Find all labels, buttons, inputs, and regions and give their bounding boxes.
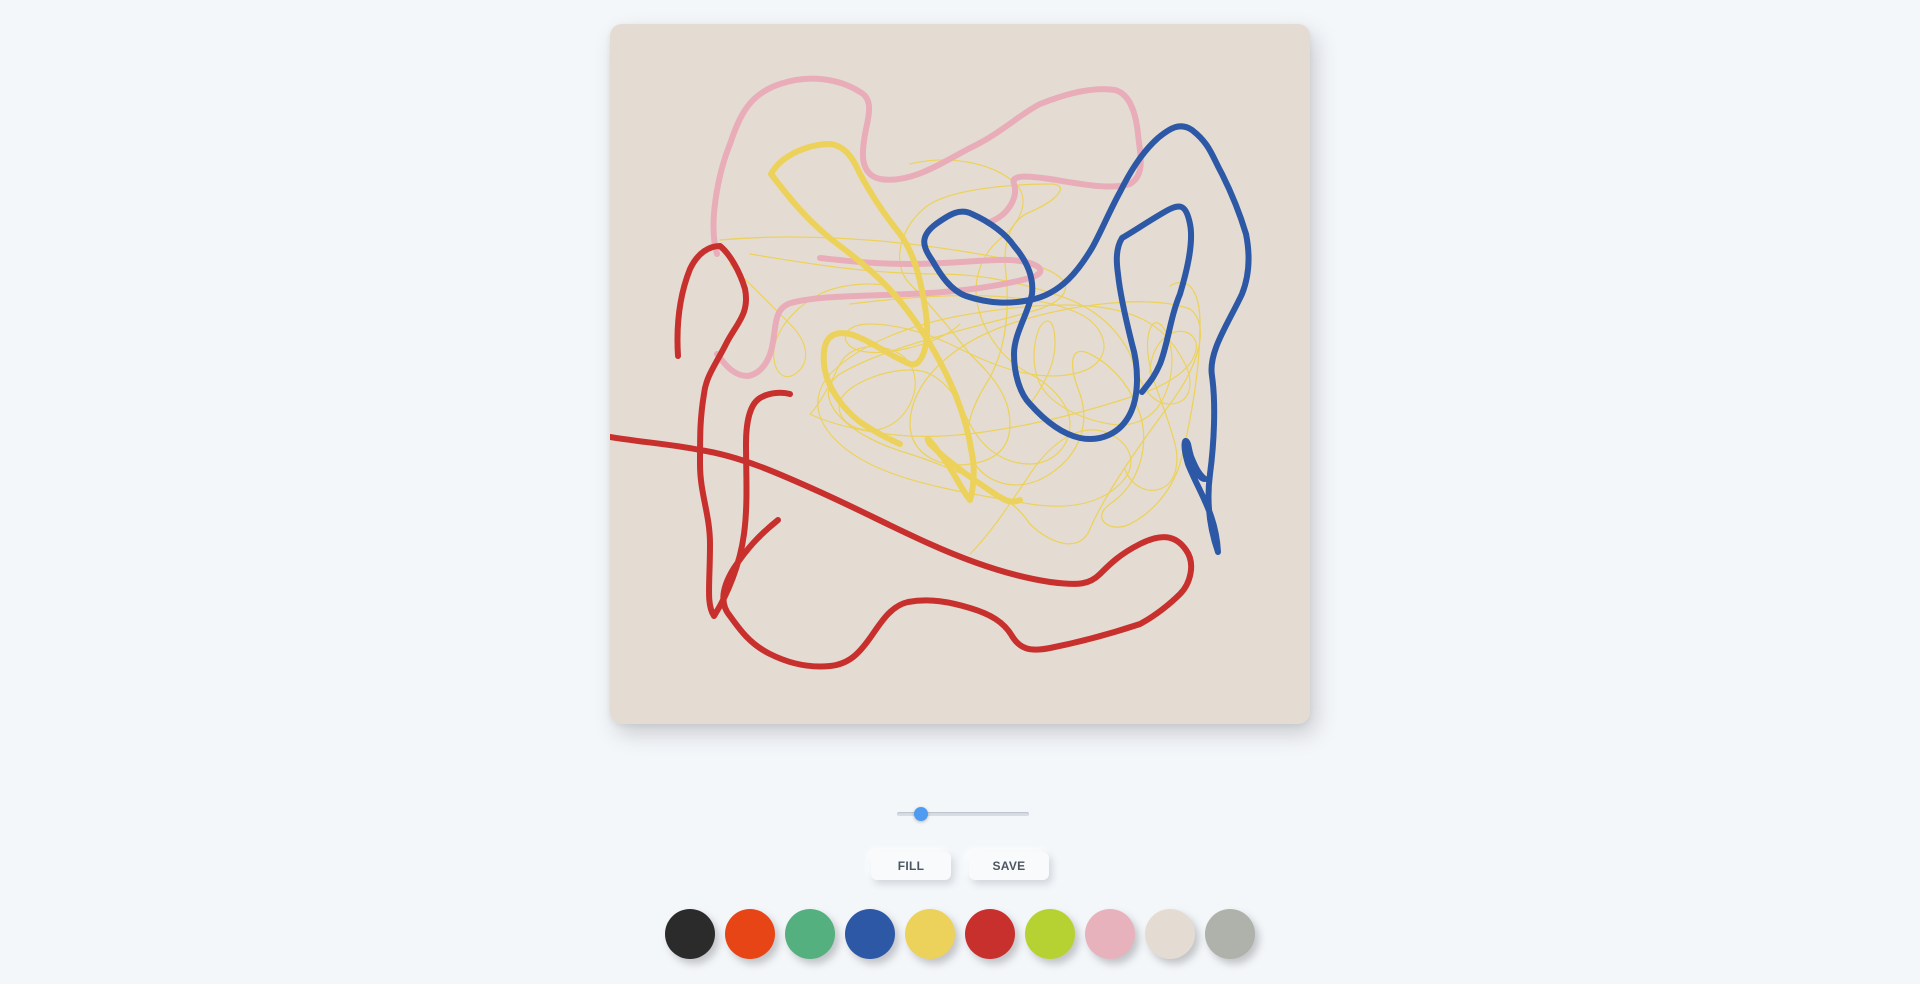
color-swatch-yellow[interactable] bbox=[905, 909, 955, 959]
fill-button[interactable]: FILL bbox=[871, 852, 951, 880]
color-swatch-pink[interactable] bbox=[1085, 909, 1135, 959]
color-swatch-gray[interactable] bbox=[1205, 909, 1255, 959]
drawing-canvas[interactable] bbox=[610, 24, 1310, 724]
brush-size-slider[interactable] bbox=[897, 805, 1029, 823]
action-buttons: FILL SAVE bbox=[0, 852, 1920, 880]
stroke-red bbox=[610, 243, 1195, 670]
paint-app: FILL SAVE bbox=[0, 0, 1920, 984]
color-swatch-red[interactable] bbox=[965, 909, 1015, 959]
color-swatch-black[interactable] bbox=[665, 909, 715, 959]
stroke-yellow-thin-5 bbox=[844, 294, 1105, 377]
canvas-drawing[interactable] bbox=[610, 24, 1310, 724]
stroke-yellow-thin-7 bbox=[729, 263, 891, 378]
color-swatch-orange-red[interactable] bbox=[725, 909, 775, 959]
stroke-yellow-thick bbox=[768, 141, 1023, 505]
color-swatch-beige[interactable] bbox=[1145, 909, 1195, 959]
color-swatch-lime[interactable] bbox=[1025, 909, 1075, 959]
color-palette bbox=[0, 909, 1920, 959]
color-swatch-blue[interactable] bbox=[845, 909, 895, 959]
save-button[interactable]: SAVE bbox=[969, 852, 1049, 880]
slider-thumb[interactable] bbox=[913, 807, 928, 821]
color-swatch-green[interactable] bbox=[785, 909, 835, 959]
